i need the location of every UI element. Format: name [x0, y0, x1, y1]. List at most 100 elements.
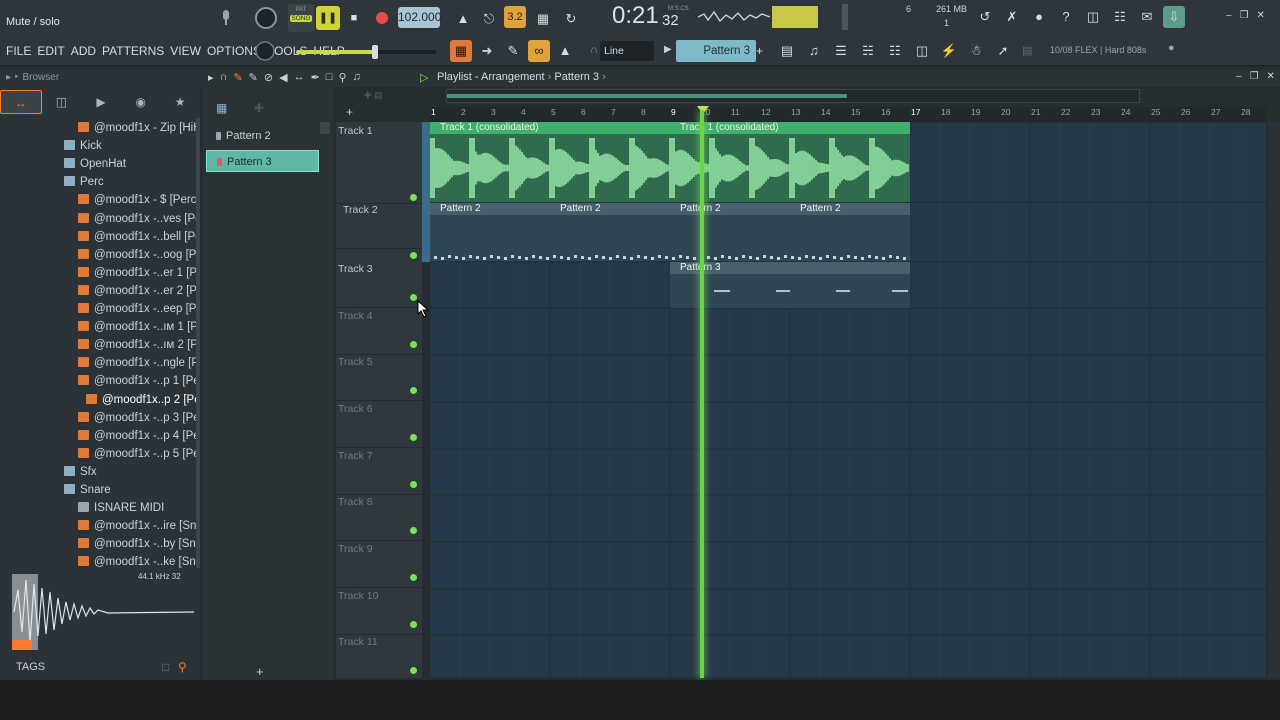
track-mute-led[interactable]	[410, 667, 417, 674]
track-mute-led[interactable]	[410, 387, 417, 394]
add-pattern-icon[interactable]: +	[756, 44, 763, 58]
track-mute-led[interactable]	[410, 194, 417, 201]
browser-item-folder[interactable]: Sfx	[64, 463, 97, 481]
step-edit-icon[interactable]: ▦	[532, 8, 554, 30]
download-icon[interactable]: ⇩	[1163, 6, 1185, 28]
mixer-icon[interactable]: ☷	[1109, 6, 1131, 28]
folder-icon[interactable]: □	[162, 660, 169, 674]
master-volume-thumb[interactable]	[372, 45, 378, 59]
track-move-icon[interactable]: ✚	[364, 90, 372, 100]
metronome-icon[interactable]: ▲	[452, 8, 474, 30]
browser-item-file[interactable]: @moodf1x -..bell [Perc]	[78, 228, 198, 246]
record-button[interactable]	[372, 8, 392, 28]
browser-window-icon[interactable]: ◫	[911, 40, 933, 62]
paint-tool-icon[interactable]: ✎	[249, 71, 258, 84]
timeline-ruler[interactable]: 1 2 3 4 5 6 7 8 9 10 11 12 13 14 15 16 17 18 19 20 21 22 23 24 2…	[430, 107, 1266, 122]
song-time[interactable]: 0:21	[612, 2, 659, 30]
browser-scrollbar[interactable]	[196, 118, 200, 568]
playlist-close-icon[interactable]: ✕	[1267, 71, 1275, 82]
track-name[interactable]: Track 3	[338, 263, 373, 275]
preview-play-icon[interactable]	[12, 640, 32, 650]
browser-item-folder[interactable]: Snare	[64, 481, 111, 499]
tempo-tapper-icon[interactable]: ☃	[965, 40, 987, 62]
clip-track2-c[interactable]: Pattern 2	[670, 203, 790, 215]
select-tool-icon[interactable]: □	[326, 71, 333, 84]
snap-mode-select[interactable]: Line	[600, 41, 654, 61]
minimize-icon[interactable]: –	[1226, 10, 1232, 21]
arrow-right-icon[interactable]: ➜	[476, 40, 498, 62]
browser-item-file[interactable]: @moodf1x -..ооg [Perc]	[78, 246, 198, 264]
clip-track1-b[interactable]: Track 1 (consolidated)	[670, 122, 910, 134]
menu-add[interactable]: ADD	[71, 44, 96, 58]
search-icon[interactable]: ⚲	[178, 660, 187, 674]
pattern-clip-icon[interactable]: ✚	[254, 101, 264, 115]
track-mute-led[interactable]	[410, 252, 417, 259]
clip-track1-a[interactable]: Track 1 (consolidated)	[430, 122, 670, 134]
chat-icon[interactable]: ✉	[1136, 6, 1158, 28]
close-icon[interactable]: ✕	[1257, 10, 1265, 21]
playlist-window-icon[interactable]: ▤	[776, 40, 798, 62]
pat-song-toggle[interactable]: PAT SONG	[288, 4, 314, 32]
master-volume-slider[interactable]	[296, 45, 436, 59]
pattern-prev-icon[interactable]: ▶	[664, 44, 672, 55]
track-name[interactable]: Track 11	[338, 636, 378, 648]
countdown-button[interactable]: 3.2	[504, 6, 526, 28]
browser-tab-current[interactable]: ◫	[42, 90, 82, 114]
track-name[interactable]: Track 8	[338, 496, 373, 508]
pattern-item-3[interactable]: Pattern 3	[206, 150, 319, 172]
playlist-menu-icon[interactable]: ▸	[208, 71, 214, 84]
restore-icon[interactable]: ❐	[1240, 10, 1249, 21]
menu-file[interactable]: FILE	[6, 44, 31, 58]
menu-options[interactable]: OPTIONS	[207, 44, 261, 58]
playlist-overview[interactable]	[446, 89, 1140, 103]
browser-item-file[interactable]: @moodf1x -..p 5 [Perc]	[78, 445, 198, 463]
browser-item-file[interactable]: @moodf1x -..ke [Snare]	[78, 553, 198, 568]
track-name[interactable]: Track 4	[338, 310, 373, 322]
playlist-vertical-scrollbar[interactable]	[1268, 122, 1280, 678]
mute-tool-icon[interactable]: ◀	[279, 71, 287, 84]
playlist-play-icon[interactable]: ▷	[420, 71, 428, 84]
mic-icon[interactable]	[218, 8, 234, 28]
track-name[interactable]: Track 5	[338, 356, 373, 368]
pattern-picker-icon[interactable]: ▦	[216, 101, 227, 115]
mic-recorder-icon[interactable]: ●	[1028, 6, 1050, 28]
browser-item-file[interactable]: @moodf1x -..ire [Snare]	[78, 517, 198, 535]
delete-tool-icon[interactable]: ⊘	[264, 71, 273, 84]
browser-item-file[interactable]: @moodf1x -..ıм 1 [Perc]	[78, 318, 198, 336]
browser-item-file[interactable]: @moodf1x -..p 4 [Perc]	[78, 427, 198, 445]
online-news-icon[interactable]: ●	[1168, 42, 1184, 58]
loop-record-icon[interactable]: ↻	[560, 8, 582, 30]
pencil-icon[interactable]: ✎	[502, 40, 524, 62]
browser-tab-sounds[interactable]: ▶	[81, 90, 121, 114]
track-mute-led[interactable]	[410, 527, 417, 534]
link-icon[interactable]: ∞	[528, 40, 550, 62]
browser-item-midi[interactable]: ISNARE MIDI	[78, 499, 164, 517]
piano-roll-icon[interactable]: ▦	[450, 40, 472, 62]
menu-view[interactable]: VIEW	[170, 44, 201, 58]
browser-item-file[interactable]: @moodf1x -..by [Snare]	[78, 535, 198, 553]
pattern-selector[interactable]: Pattern 3	[676, 40, 756, 62]
track-name[interactable]: Track 7	[338, 450, 373, 462]
stop-button[interactable]: ■	[344, 6, 364, 30]
menu-patterns[interactable]: PATTERNS	[102, 44, 164, 58]
undo-icon[interactable]: ↺	[974, 6, 996, 28]
browser-item-file[interactable]: @moodf1x..p 2 [Perc]	[86, 391, 198, 409]
track-name[interactable]: Track 2	[343, 204, 378, 216]
draw-tool-icon[interactable]: ✎	[233, 71, 242, 84]
piano-roll-window-icon[interactable]: ♫	[803, 40, 825, 62]
add-pattern-list-icon[interactable]: +	[256, 664, 264, 679]
pattern-item-2[interactable]: Pattern 2	[206, 125, 319, 147]
browser-tab-all[interactable]: ↔	[0, 90, 42, 114]
browser-item-file[interactable]: @moodf1x -..p 3 [Perc]	[78, 409, 198, 427]
browser-item-file[interactable]: @moodf1x -..er 2 [Perc]	[78, 282, 198, 300]
add-track-icon[interactable]: +	[346, 105, 353, 119]
track-mute-led[interactable]	[410, 294, 417, 301]
export-icon[interactable]: ➚	[992, 40, 1014, 62]
slip-tool-icon[interactable]: ↔	[294, 71, 305, 84]
stamp-icon[interactable]: ▲	[554, 40, 576, 62]
mixer-window-icon[interactable]: ☵	[857, 40, 879, 62]
browser-item-folder[interactable]: OpenHat	[64, 155, 126, 173]
browser-item-file[interactable]: @moodf1x -..ves [Perc]	[78, 210, 198, 228]
menu-edit[interactable]: EDIT	[37, 44, 64, 58]
save-icon[interactable]: ◫	[1082, 6, 1104, 28]
